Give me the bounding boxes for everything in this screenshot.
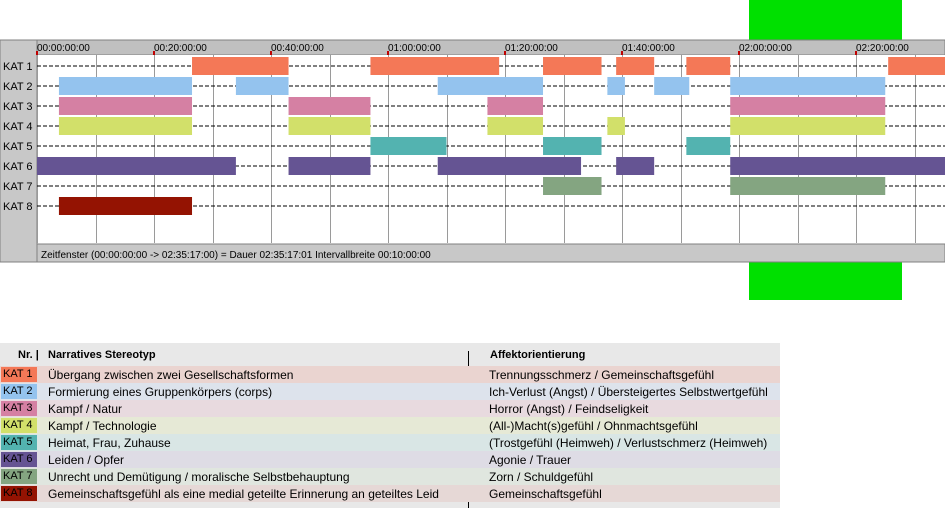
row-label: KAT 2 xyxy=(3,81,33,93)
row-label: KAT 4 xyxy=(3,121,33,133)
interval-bar xyxy=(607,77,625,95)
tick-label: 02:00:00:00 xyxy=(739,43,792,54)
legend-badge: KAT 8 xyxy=(1,486,37,501)
legend-stereotype: Unrecht und Demütigung / moralische Selb… xyxy=(48,470,350,484)
legend-badge: KAT 5 xyxy=(1,435,37,450)
legend-table: Nr. | Narratives Stereotyp Affektorienti… xyxy=(0,343,780,508)
interval-bar xyxy=(58,117,193,135)
legend-row: KAT 6 Leiden / Opfer Agonie / Trauer xyxy=(0,451,780,468)
legend-stereotype: Kampf / Natur xyxy=(48,402,123,416)
interval-bar xyxy=(58,197,193,215)
interval-bar xyxy=(543,137,602,155)
row-label: KAT 1 xyxy=(3,61,33,73)
green-marker-bottom xyxy=(749,262,902,300)
legend-badge: KAT 6 xyxy=(1,452,37,467)
interval-bar xyxy=(58,77,193,95)
status-text: Zeitfenster (00:00:00:00 -> 02:35:17:00)… xyxy=(41,250,431,261)
legend-stereotype: Formierung eines Gruppenkörpers (corps) xyxy=(48,385,273,399)
legend-badge: KAT 2 xyxy=(1,384,37,399)
tick-label: 01:20:00:00 xyxy=(505,43,558,54)
legend-affekt: Zorn / Schuldgefühl xyxy=(489,470,594,484)
legend-affekt: Trennungsschmerz / Gemeinschaftsgefühl xyxy=(489,368,714,382)
legend-affekt: Horror (Angst) / Feindseligkeit xyxy=(489,402,649,416)
legend-row: KAT 8 Gemeinschaftsgefühl als eine medial… xyxy=(0,485,780,502)
legend-header-affekt: Affektorientierung xyxy=(490,349,586,361)
legend-affekt: (All-)Macht(s)gefühl / Ohnmachtsgefühl xyxy=(489,419,698,433)
interval-bar xyxy=(616,157,655,175)
legend-affekt: Gemeinschaftsgefühl xyxy=(489,487,602,501)
legend-header-nr: Nr. | xyxy=(18,349,39,361)
legend-badge: KAT 7 xyxy=(1,469,37,484)
legend-badge: KAT 1 xyxy=(1,367,37,382)
interval-bar xyxy=(730,177,886,195)
interval-bar xyxy=(607,117,625,135)
legend-affekt: Ich-Verlust (Angst) / Übersteigertes Sel… xyxy=(489,385,768,399)
interval-bar xyxy=(370,137,447,155)
legend-stereotype: Heimat, Frau, Zuhause xyxy=(48,436,171,450)
tick-label: 01:00:00:00 xyxy=(388,43,441,54)
row-label: KAT 3 xyxy=(3,101,33,113)
tick-label: 00:40:00:00 xyxy=(271,43,324,54)
interval-bar xyxy=(437,157,582,175)
timeline-chart: Zeitfenster (00:00:00:00 -> 02:35:17:00)… xyxy=(0,39,945,263)
row-label: KAT 6 xyxy=(3,161,33,173)
legend-row: KAT 5 Heimat, Frau, Zuhause (Trostgefühl (… xyxy=(0,434,780,451)
legend-header-stereotype: Narratives Stereotyp xyxy=(48,349,156,361)
legend-affekt: Agonie / Trauer xyxy=(489,453,572,467)
interval-bar xyxy=(543,57,602,75)
interval-bar xyxy=(888,57,945,75)
interval-bar xyxy=(730,157,945,175)
legend-row: KAT 3 Kampf / Natur Horror (Angst) / Feind… xyxy=(0,400,780,417)
interval-bar xyxy=(616,57,655,75)
legend-row: KAT 2 Formierung eines Gruppenkörpers (co… xyxy=(0,383,780,400)
legend-header: Nr. | Narratives Stereotyp Affektorienti… xyxy=(0,343,780,366)
interval-bar xyxy=(686,57,731,75)
tick-label: 01:40:00:00 xyxy=(622,43,675,54)
interval-bar xyxy=(370,57,500,75)
tick-label: 00:00:00:00 xyxy=(37,43,90,54)
interval-bar xyxy=(543,177,602,195)
legend-stereotype: Leiden / Opfer xyxy=(48,453,125,467)
interval-bar xyxy=(192,57,289,75)
interval-bar xyxy=(487,97,544,115)
interval-bar xyxy=(288,97,371,115)
legend-row: KAT 7 Unrecht und Demütigung / moralische… xyxy=(0,468,780,485)
legend-stereotype: Übergang zwischen zwei Gesellschaftsform… xyxy=(48,368,294,382)
interval-bar xyxy=(288,117,371,135)
row-label: KAT 7 xyxy=(3,181,33,193)
interval-bar xyxy=(730,97,886,115)
interval-bar xyxy=(730,117,886,135)
interval-bar xyxy=(37,157,236,175)
interval-bar xyxy=(654,77,690,95)
interval-bar xyxy=(487,117,544,135)
interval-bar xyxy=(235,77,289,95)
interval-bar xyxy=(58,97,193,115)
legend-row: KAT 1 Übergang zwischen zwei Gesellschaft… xyxy=(0,366,780,383)
row-label: KAT 8 xyxy=(3,201,33,213)
interval-bar xyxy=(288,157,371,175)
interval-bar xyxy=(686,137,731,155)
legend-stereotype: Kampf / Technologie xyxy=(48,419,157,433)
legend-stereotype: Gemeinschaftsgefühl als eine medial gete… xyxy=(48,487,439,501)
legend-badge: KAT 4 xyxy=(1,418,37,433)
interval-bar xyxy=(730,77,886,95)
tick-label: 00:20:00:00 xyxy=(154,43,207,54)
row-label: KAT 5 xyxy=(3,141,33,153)
tick-label: 02:20:00:00 xyxy=(856,43,909,54)
legend-badge: KAT 3 xyxy=(1,401,37,416)
interval-bar xyxy=(437,77,544,95)
legend-affekt: (Trostgefühl (Heimweh) / Verlustschmerz … xyxy=(489,436,768,450)
legend-row: KAT 4 Kampf / Technologie (All-)Macht(s)ge… xyxy=(0,417,780,434)
